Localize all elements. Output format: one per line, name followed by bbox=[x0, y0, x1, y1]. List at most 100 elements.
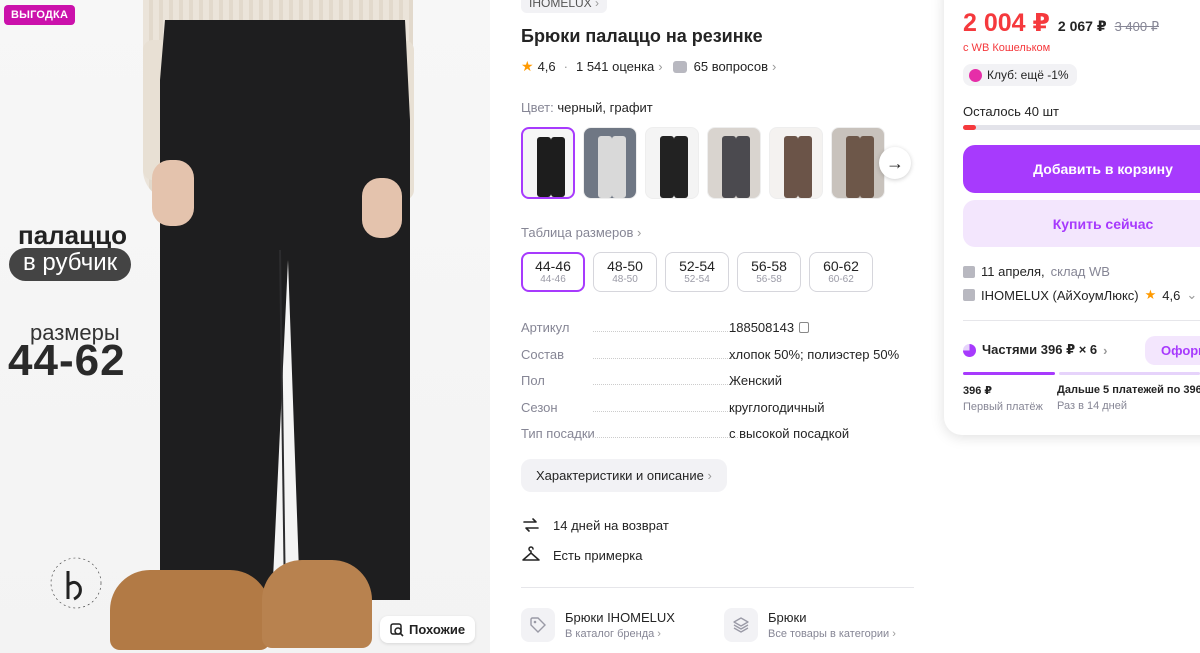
spec-key: Тип посадки bbox=[521, 426, 595, 441]
characteristics-button[interactable]: Характеристики и описание › bbox=[521, 459, 727, 492]
similar-button[interactable]: Похожие bbox=[380, 616, 476, 643]
first-payment: 396 ₽ Первый платёж bbox=[963, 384, 1043, 413]
category-title: Брюки bbox=[768, 610, 807, 625]
swatch-pants-shape bbox=[784, 136, 798, 198]
spec-value-text: круглогодичный bbox=[729, 399, 825, 415]
fitting-perk: Есть примерка bbox=[521, 545, 643, 565]
installments-info[interactable]: Частями 396 ₽ × 6 › bbox=[963, 342, 1108, 358]
swatch-pants-shape bbox=[551, 137, 565, 197]
hanger-icon bbox=[522, 546, 540, 561]
size-option[interactable]: 44-46 44-46 bbox=[521, 252, 585, 292]
seller-name: IHOMELUX (АйХоумЛюкс) bbox=[981, 287, 1139, 303]
swatch-pants-shape bbox=[598, 136, 612, 198]
first-payment-value: 396 ₽ bbox=[963, 385, 993, 397]
size-label: 48-50 bbox=[607, 258, 643, 274]
color-swatch-black[interactable] bbox=[521, 127, 575, 199]
swatch-pants-shape bbox=[846, 136, 860, 198]
spec-value-text: с высокой посадкой bbox=[729, 426, 850, 441]
stock-text: Осталось 40 шт bbox=[963, 104, 1059, 119]
size-option[interactable]: 52-54 52-54 bbox=[665, 252, 729, 292]
color-label: Цвет: bbox=[521, 100, 554, 115]
layers-icon bbox=[724, 608, 758, 642]
installments-pie-icon bbox=[963, 343, 976, 357]
brand-name: IHOMELUX bbox=[529, 0, 592, 10]
size-sub-label: 56-58 bbox=[756, 274, 782, 285]
spec-row: Артикул 188508143 bbox=[521, 320, 916, 347]
size-table-link[interactable]: Таблица размеров › bbox=[521, 225, 641, 240]
size-options: 44-46 44-46 48-50 48-50 52-54 52-54 56-58 56-58… bbox=[521, 252, 873, 292]
characteristics-label: Характеристики и описание bbox=[536, 468, 704, 483]
copy-icon[interactable] bbox=[799, 322, 810, 333]
size-table-label: Таблица размеров bbox=[521, 225, 634, 240]
similar-label: Похожие bbox=[409, 622, 466, 637]
shop-icon bbox=[963, 289, 975, 301]
size-option[interactable]: 48-50 48-50 bbox=[593, 252, 657, 292]
spec-key: Сезон bbox=[521, 399, 558, 415]
color-swatch-brown-2[interactable] bbox=[831, 127, 885, 199]
swatches-next-arrow-icon[interactable]: → bbox=[879, 147, 911, 179]
spec-row: Состав хлопок 50%; полиэстер 50% bbox=[521, 347, 916, 374]
color-swatch-graphite[interactable] bbox=[707, 127, 761, 199]
add-to-cart-button[interactable]: Добавить в корзину bbox=[963, 145, 1200, 193]
rating-value: 4,6 bbox=[537, 59, 556, 74]
product-title: Брюки палаццо на резинке bbox=[521, 26, 763, 46]
spec-key: Артикул bbox=[521, 320, 570, 335]
installments-text: Частями 396 ₽ × 6 bbox=[982, 342, 1098, 357]
buy-now-button[interactable]: Купить сейчас bbox=[963, 200, 1200, 247]
photo-hand-right bbox=[362, 178, 402, 238]
size-label: 52-54 bbox=[679, 258, 715, 274]
club-text: Клуб: ещё -1% bbox=[987, 68, 1069, 82]
spec-key: Состав bbox=[521, 346, 565, 362]
color-swatch-black-2[interactable] bbox=[645, 127, 699, 199]
size-option[interactable]: 56-58 56-58 bbox=[737, 252, 801, 292]
returns-perk: 14 дней на возврат bbox=[521, 515, 669, 535]
spec-row: Пол Женский bbox=[521, 373, 916, 400]
size-sub-label: 60-62 bbox=[828, 274, 854, 285]
swatch-pants-shape bbox=[722, 136, 736, 198]
installments-apply-button[interactable]: Оформ bbox=[1145, 336, 1200, 365]
star-icon: ★ bbox=[1144, 287, 1157, 302]
chevron-right-icon: › bbox=[657, 628, 661, 640]
color-swatch-brown[interactable] bbox=[769, 127, 823, 199]
club-badge[interactable]: Клуб: ещё -1% bbox=[963, 64, 1077, 86]
next-payments: Дальше 5 платежей по 396 Раз в 14 дней bbox=[1057, 384, 1200, 412]
spec-dots bbox=[593, 437, 738, 438]
wallet-note[interactable]: с WB Кошельком bbox=[963, 42, 1050, 54]
star-icon: ★ bbox=[521, 58, 534, 74]
delivery-warehouse: склад WB bbox=[1050, 264, 1110, 279]
spec-dots bbox=[593, 384, 738, 385]
category-link[interactable]: Брюки Все товары в категории › bbox=[724, 608, 896, 642]
delivery-info: 11 апреля, склад WB bbox=[963, 264, 1110, 279]
promo-title: палаццо bbox=[18, 220, 127, 250]
spec-value[interactable]: 188508143 bbox=[729, 320, 810, 335]
stock-bar bbox=[963, 125, 1200, 130]
color-selector-label: Цвет: черный, графит bbox=[521, 100, 653, 115]
questions-link[interactable]: 65 вопросов bbox=[694, 59, 768, 74]
spec-row: Сезон круглогодичный bbox=[521, 400, 916, 427]
color-swatch-grey[interactable] bbox=[583, 127, 637, 199]
photo-hand-left bbox=[152, 160, 194, 226]
price-crossed: 3 400 ₽ bbox=[1114, 19, 1159, 34]
reviews-link[interactable]: 1 541 оценка bbox=[576, 59, 654, 74]
brand-catalog-subtitle: В каталог бренда bbox=[565, 628, 655, 640]
seller-info[interactable]: IHOMELUX (АйХоумЛюкс) ★ 4,6 ⌄ bbox=[963, 287, 1197, 303]
swatch-pants-shape bbox=[660, 136, 674, 198]
spec-key: Пол bbox=[521, 373, 545, 388]
swatch-pants-shape bbox=[612, 136, 626, 198]
size-sub-label: 44-46 bbox=[540, 274, 566, 285]
returns-arrows-icon bbox=[523, 518, 539, 532]
product-photo[interactable]: ВЫГОДКА палаццо в рубчик размеры 44-62 П… bbox=[0, 0, 490, 653]
stock-bar-fill bbox=[963, 125, 976, 130]
price-row: 2 004 ₽ 2 067 ₽ 3 400 ₽ bbox=[963, 8, 1159, 38]
size-option[interactable]: 60-62 60-62 bbox=[809, 252, 873, 292]
photo-boot-left bbox=[110, 570, 270, 650]
brand-catalog-link[interactable]: Брюки IHOMELUX В каталог бренда › bbox=[521, 608, 675, 642]
swatch-pants-shape bbox=[674, 136, 688, 198]
size-sub-label: 48-50 bbox=[612, 274, 638, 285]
brand-link[interactable]: IHOMELUX › bbox=[521, 0, 608, 13]
spec-row: Тип посадки с высокой посадкой bbox=[521, 426, 916, 453]
spec-dots bbox=[593, 357, 738, 359]
chevron-right-icon: › bbox=[892, 628, 896, 640]
chevron-right-icon: › bbox=[771, 59, 777, 74]
sale-badge: ВЫГОДКА bbox=[4, 5, 76, 25]
